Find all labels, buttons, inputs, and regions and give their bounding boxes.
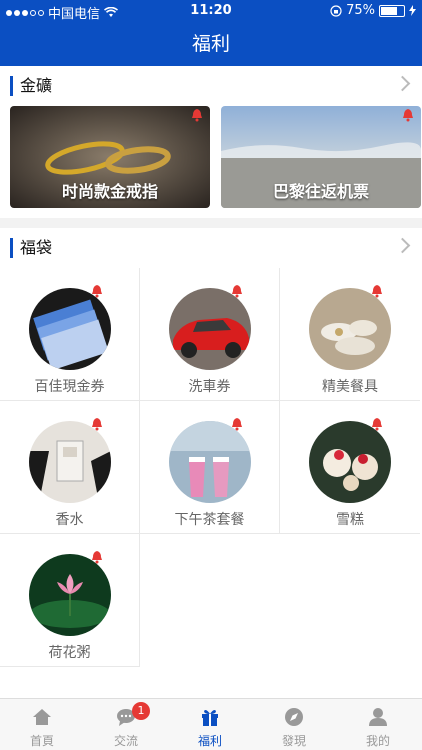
battery-icon (379, 4, 405, 17)
grid-item-label: 荷花粥 (48, 645, 91, 661)
grid-item-label: 精美餐具 (322, 379, 378, 395)
compass-icon (285, 708, 303, 726)
tab-bar: 首頁 1 交流 福利 發現 我的 (0, 698, 422, 750)
grid-item[interactable]: 下午茶套餐 (140, 401, 280, 534)
battery-percent: 75% (346, 3, 375, 18)
ice-cream-image (309, 421, 391, 503)
afternoon-tea-image (169, 421, 251, 503)
grid-item[interactable]: 雪糕 (280, 401, 420, 534)
lucky-bag-grid: 百佳現金券 洗車券 精美餐具 香水 下午茶套餐 雪糕 荷花粥 (0, 268, 422, 699)
tableware-image (309, 288, 391, 370)
tab-welfare[interactable]: 福利 (168, 699, 252, 750)
tab-home[interactable]: 首頁 (0, 699, 84, 750)
nav-bar: 福利 (0, 22, 422, 66)
grid-item[interactable]: 洗車券 (140, 268, 280, 401)
tab-label: 福利 (197, 734, 222, 748)
gold-section-title: 金礦 (20, 76, 53, 95)
bell-icon (232, 418, 242, 431)
tab-discover[interactable]: 發現 (252, 699, 336, 750)
grid-item[interactable]: 香水 (0, 401, 140, 534)
lotus-image (29, 554, 111, 636)
gold-section-header[interactable]: 金礦 (0, 66, 422, 107)
bell-icon (403, 109, 413, 122)
grid-item[interactable]: 百佳現金券 (0, 268, 140, 401)
chevron-right-icon[interactable] (394, 237, 411, 254)
gold-card-ring[interactable]: 时尚款金戒指 (10, 106, 210, 208)
tab-label: 首頁 (29, 734, 54, 748)
bell-icon (232, 285, 242, 298)
bell-icon (92, 551, 102, 564)
charging-icon (409, 5, 416, 16)
section-accent (10, 238, 13, 258)
lucky-bag-section-title: 福袋 (20, 238, 53, 257)
gold-card-flight[interactable]: 巴黎往返机票 (221, 106, 421, 208)
grid-item[interactable]: 荷花粥 (0, 534, 140, 667)
tab-profile[interactable]: 我的 (336, 699, 420, 750)
gift-icon (202, 710, 218, 726)
tab-label: 發現 (281, 734, 306, 748)
battery-group: 75% (330, 3, 416, 18)
bell-icon (92, 285, 102, 298)
grid-item-label: 下午茶套餐 (174, 512, 245, 528)
red-car-image (169, 288, 251, 370)
unread-badge: 1 (132, 702, 150, 720)
grid-item-label: 香水 (55, 512, 84, 528)
gold-cards: 时尚款金戒指 巴黎往返机票 (0, 106, 422, 218)
gold-card-label: 巴黎往返机票 (272, 182, 369, 201)
status-bar: 中国电信 11:20 75% (0, 0, 422, 22)
grid-item-label: 雪糕 (336, 512, 364, 528)
gold-card-label: 时尚款金戒指 (61, 182, 158, 201)
grid-item-label: 洗車券 (188, 379, 231, 395)
grid-item-label: 百佳現金券 (34, 379, 105, 395)
chevron-right-icon[interactable] (394, 75, 411, 92)
page-title: 福利 (191, 33, 230, 55)
home-icon (33, 709, 51, 725)
cash-voucher-image (29, 288, 111, 370)
section-accent (10, 76, 13, 96)
bell-icon (372, 285, 382, 298)
bell-icon (192, 109, 202, 122)
bell-icon (372, 418, 382, 431)
bell-icon (92, 418, 102, 431)
grid-item[interactable]: 精美餐具 (280, 268, 420, 401)
tab-label: 我的 (365, 734, 390, 748)
tab-label: 交流 (113, 734, 138, 748)
lucky-bag-section-header[interactable]: 福袋 (0, 228, 422, 269)
user-icon (369, 708, 387, 726)
perfume-image (29, 421, 111, 503)
orientation-lock-icon (330, 4, 342, 17)
tab-chat[interactable]: 1 交流 (84, 699, 168, 750)
